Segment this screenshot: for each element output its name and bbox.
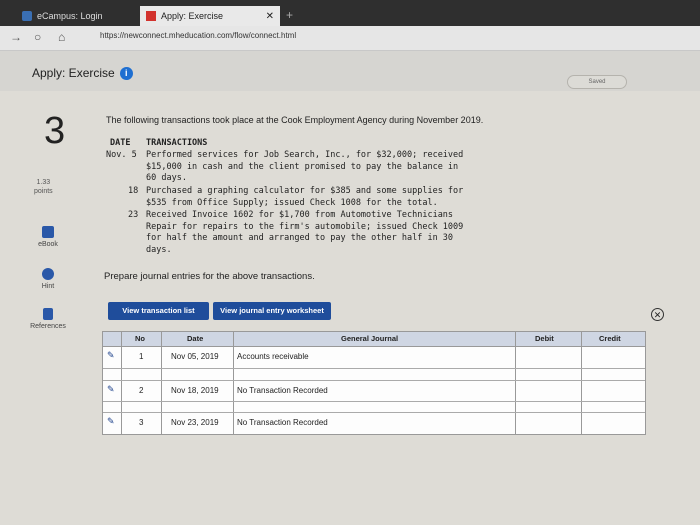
tab-label: Apply: Exercise <box>161 11 224 21</box>
refresh-icon[interactable]: ○ <box>34 30 41 44</box>
col-transactions-header: TRANSACTIONS <box>146 138 208 148</box>
points-value: 1.33 <box>36 179 51 186</box>
divider <box>233 332 234 434</box>
references-label: References <box>30 323 66 330</box>
col-credit: Credit <box>599 334 621 343</box>
transaction-line: for half the amount and arranged to pay … <box>146 233 454 243</box>
view-transaction-list-button[interactable]: View transaction list <box>108 302 209 320</box>
transaction-line: Performed services for Job Search, Inc.,… <box>146 150 464 160</box>
col-general-journal: General Journal <box>341 334 399 343</box>
transaction-line: days. <box>146 244 172 255</box>
ebook-label: eBook <box>38 241 58 248</box>
col-date-header: DATE <box>110 138 131 148</box>
row-date: Nov 05, 2019 <box>171 352 219 361</box>
transaction-line: Received Invoice 1602 for $1,700 from Au… <box>146 210 454 220</box>
new-tab-icon[interactable]: + <box>286 8 293 22</box>
question-number: 3 <box>44 110 66 152</box>
divider <box>103 412 645 413</box>
mcgraw-icon <box>146 11 156 21</box>
references-icon <box>43 308 53 320</box>
transaction-date: Nov. 5 <box>106 150 137 160</box>
tab-label: eCampus: Login <box>37 11 103 21</box>
hint-button[interactable]: Hint <box>30 268 66 290</box>
row-account[interactable]: No Transaction Recorded <box>237 418 328 427</box>
transaction-date: 23 <box>128 210 139 220</box>
browser-nav-bar: → ○ ⌂ https://newconnect.mheducation.com… <box>0 26 700 51</box>
col-debit: Debit <box>535 334 554 343</box>
question-intro: The following transactions took place at… <box>106 115 484 125</box>
home-icon[interactable]: ⌂ <box>58 30 65 44</box>
ebook-button[interactable]: eBook <box>30 226 66 248</box>
col-date: Date <box>187 334 204 343</box>
row-no: 3 <box>139 418 144 427</box>
close-icon[interactable]: ✕ <box>651 308 664 321</box>
row-date: Nov 23, 2019 <box>171 418 219 427</box>
row-no: 1 <box>139 352 144 361</box>
tab-apply-exercise[interactable]: Apply: Exercise ✕ <box>140 6 280 26</box>
divider <box>121 332 122 434</box>
close-tab-icon[interactable]: ✕ <box>266 11 274 22</box>
transaction-line: 60 days. <box>146 173 187 183</box>
points-label: 1.33 points <box>34 178 53 196</box>
page-title: Apply: Exercise i <box>32 66 133 80</box>
back-icon[interactable]: → <box>10 30 22 44</box>
hint-label: Hint <box>41 283 55 290</box>
divider <box>581 332 582 434</box>
page-title-text: Apply: Exercise <box>32 66 115 80</box>
divider <box>103 380 645 381</box>
book-icon <box>42 226 54 238</box>
general-journal-table: No Date General Journal Debit Credit ✎ 1… <box>102 331 646 435</box>
divider <box>161 332 162 434</box>
address-bar[interactable]: https://newconnect.mheducation.com/flow/… <box>100 31 296 40</box>
question-prompt: Prepare journal entries for the above tr… <box>104 271 315 282</box>
info-icon[interactable]: i <box>119 66 133 80</box>
row-account[interactable]: Accounts receivable <box>237 352 309 361</box>
edit-pencil-icon[interactable]: ✎ <box>107 350 115 361</box>
transaction-line: $535 from Office Supply; issued Check 10… <box>146 197 438 208</box>
transaction-line: Repair for repairs to the firm's automob… <box>146 221 464 232</box>
edit-pencil-icon[interactable]: ✎ <box>107 384 115 395</box>
edit-pencil-icon[interactable]: ✎ <box>107 416 115 427</box>
view-journal-worksheet-button[interactable]: View journal entry worksheet <box>213 302 331 320</box>
row-date: Nov 18, 2019 <box>171 386 219 395</box>
points-text: points <box>34 188 53 195</box>
row-no: 2 <box>139 386 144 395</box>
hint-icon <box>42 268 54 280</box>
divider <box>103 401 645 402</box>
browser-tab-bar: eCampus: Login Apply: Exercise ✕ + <box>0 0 700 26</box>
divider <box>515 332 516 434</box>
ecampus-icon <box>22 11 32 21</box>
tab-ecampus[interactable]: eCampus: Login <box>22 6 132 26</box>
transaction-line: $15,000 in cash and the client promised … <box>146 161 459 172</box>
divider <box>103 368 645 369</box>
transaction-line: Purchased a graphing calculator for $385… <box>146 186 464 196</box>
saved-status-badge: Saved <box>567 75 627 89</box>
col-no: No <box>135 334 145 343</box>
references-button[interactable]: References <box>30 308 66 330</box>
transaction-date: 18 <box>128 186 139 196</box>
row-account[interactable]: No Transaction Recorded <box>237 386 328 395</box>
